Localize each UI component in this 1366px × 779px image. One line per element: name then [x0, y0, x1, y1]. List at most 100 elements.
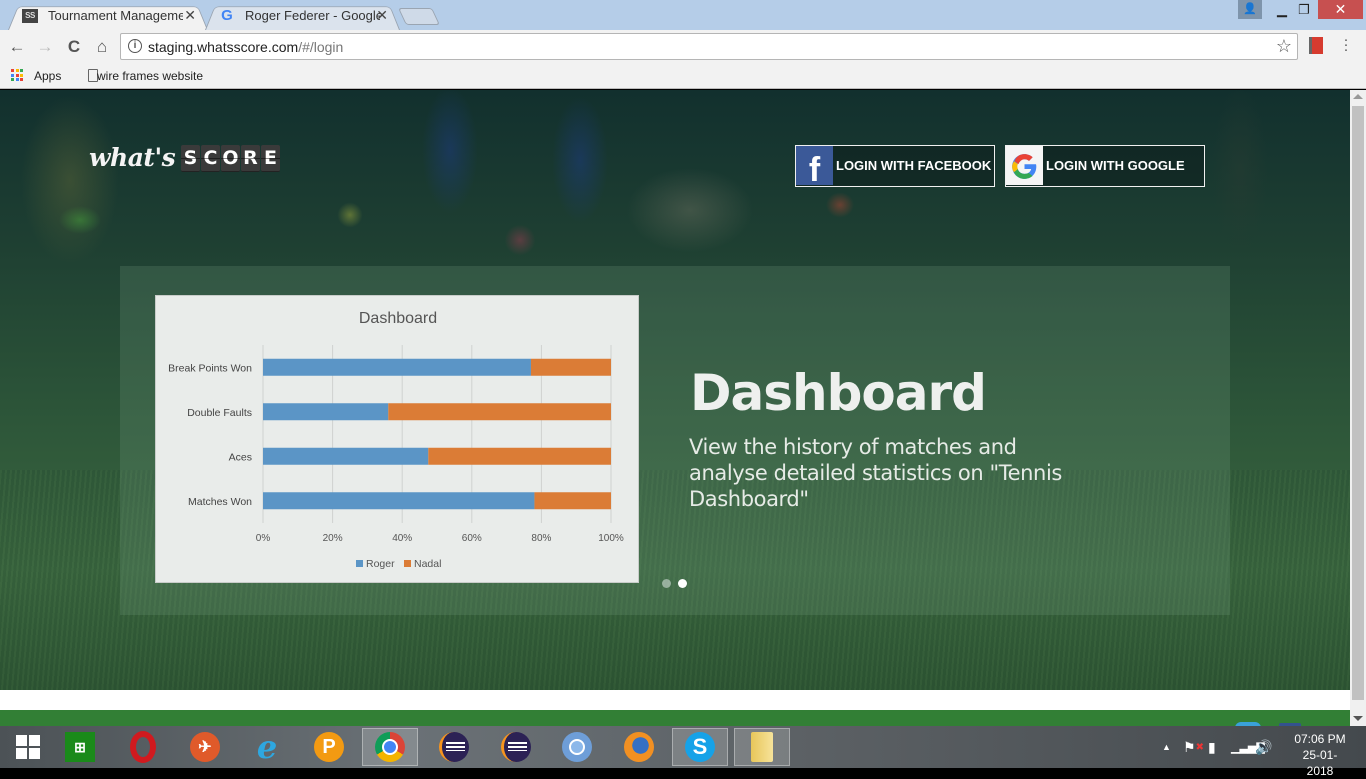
google-favicon-icon: G: [221, 7, 233, 24]
user-icon[interactable]: 👤: [1238, 0, 1262, 19]
y-category-label: Double Faults: [187, 407, 252, 419]
taskbar-chromium[interactable]: [549, 728, 605, 766]
taskbar-pdf-app[interactable]: P: [301, 728, 357, 766]
reload-button[interactable]: C: [62, 35, 86, 59]
windows-logo-icon: [16, 735, 40, 759]
start-button[interactable]: [0, 728, 56, 766]
taskbar-internet-explorer[interactable]: e: [239, 728, 295, 766]
logo-tile: E: [261, 145, 280, 172]
legend-swatch-roger: [356, 560, 363, 567]
tab-tournament-management[interactable]: SS Tournament Management ✕: [8, 3, 208, 30]
store-icon: ⊞: [65, 732, 95, 762]
taskbar-skype[interactable]: S: [672, 728, 728, 766]
bar-nadal: [534, 492, 611, 510]
folder-icon: [751, 732, 773, 762]
facebook-button-label: LOGIN WITH FACEBOOK: [836, 158, 992, 173]
bar-nadal: [428, 447, 611, 465]
eclipse-icon: [501, 732, 531, 762]
scroll-thumb[interactable]: [1352, 106, 1364, 700]
scroll-down-arrow-icon[interactable]: [1353, 716, 1363, 721]
rocket-app-icon: ✈: [190, 732, 220, 762]
taskbar-chrome[interactable]: [362, 728, 418, 766]
login-with-google-button[interactable]: LOGIN WITH GOOGLE: [1005, 145, 1205, 187]
system-clock[interactable]: 07:06 PM 25-01-2018: [1290, 731, 1350, 779]
show-hidden-icons-button[interactable]: ▲: [1162, 726, 1171, 768]
new-tab-shape: [398, 8, 440, 25]
tab-close-icon[interactable]: ✕: [184, 3, 196, 28]
extension-book-icon[interactable]: [1309, 37, 1323, 54]
windows-taskbar: ⊞ ✈ e P S ▲ ⚑ ✖ ▮ ▁▃▅▇ 🔊 07:06 PM 25-01-2…: [0, 726, 1366, 778]
clock-date: 25-01-2018: [1302, 748, 1338, 778]
logo-script-text: what's: [89, 143, 176, 172]
bar-roger: [263, 403, 389, 421]
logo-tile: C: [201, 145, 220, 172]
eclipse-icon: [439, 732, 469, 762]
carousel-slide: Dashboard 0% 20% 40% 60% 80% 100% Break Points …: [120, 266, 1230, 615]
address-bar[interactable]: i staging.whatsscore.com/#/login ☆: [120, 33, 1298, 60]
logo-tile: R: [241, 145, 260, 172]
bookmarks-bar: Apps wire frames website: [0, 64, 1366, 89]
google-icon: [1006, 146, 1043, 185]
url-host: staging.whatsscore.com: [148, 39, 299, 55]
taskbar-rocket-app[interactable]: ✈: [177, 728, 233, 766]
taskbar-eclipse-2[interactable]: [488, 728, 544, 766]
opera-icon: [130, 731, 156, 763]
pdf-app-icon: P: [314, 732, 344, 762]
logo-score-tiles: S C O R E: [181, 145, 280, 172]
x-tick-label: 40%: [392, 533, 412, 544]
info-icon[interactable]: i: [128, 39, 142, 53]
chrome-icon: [375, 732, 405, 762]
menu-dots-icon[interactable]: · · ·: [1342, 32, 1350, 57]
scroll-up-arrow-icon[interactable]: [1353, 94, 1363, 99]
back-button[interactable]: ←: [5, 35, 29, 59]
action-center-flag-icon[interactable]: ⚑ ✖: [1183, 726, 1204, 768]
site-favicon-icon: SS: [22, 9, 38, 23]
slide-title: Dashboard: [690, 364, 987, 422]
url-path: /#/login: [298, 39, 344, 55]
y-category-label: Matches Won: [188, 496, 252, 508]
bookmark-apps[interactable]: Apps: [34, 69, 61, 83]
apps-grid-icon[interactable]: [11, 69, 23, 81]
taskbar-store[interactable]: ⊞: [52, 728, 108, 766]
logo-tile: S: [181, 145, 200, 172]
url-text[interactable]: staging.whatsscore.com/#/login: [148, 39, 343, 55]
carousel-dot-2[interactable]: [678, 579, 687, 588]
login-with-facebook-button[interactable]: f LOGIN WITH FACEBOOK: [795, 145, 995, 187]
x-tick-label: 80%: [531, 533, 551, 544]
volume-icon[interactable]: 🔊: [1255, 726, 1272, 768]
x-tick-label: 20%: [323, 533, 343, 544]
tab-close-icon[interactable]: ✕: [376, 3, 388, 28]
y-category-label: Break Points Won: [168, 362, 252, 374]
chromium-icon: [562, 732, 592, 762]
google-button-label: LOGIN WITH GOOGLE: [1046, 158, 1185, 173]
dashboard-chart-card: Dashboard 0% 20% 40% 60% 80% 100% Break Points …: [155, 295, 639, 583]
x-tick-label: 0%: [256, 533, 271, 544]
page-scrollbar[interactable]: [1350, 90, 1366, 726]
forward-button[interactable]: →: [33, 35, 57, 59]
bookmark-wire-frames[interactable]: wire frames website: [97, 69, 203, 83]
clock-time: 07:06 PM: [1294, 732, 1346, 746]
restore-button[interactable]: ❐: [1290, 0, 1318, 19]
tab-google-search[interactable]: G Roger Federer - Google Search ✕: [205, 3, 400, 30]
skype-icon: S: [685, 732, 715, 762]
close-window-button[interactable]: ✕: [1318, 0, 1363, 19]
bar-nadal: [388, 403, 611, 421]
battery-icon[interactable]: ▮: [1208, 726, 1216, 768]
taskbar-opera[interactable]: [115, 728, 171, 766]
taskbar-firefox[interactable]: [611, 728, 667, 766]
x-tick-label: 60%: [462, 533, 482, 544]
bar-roger: [263, 358, 531, 376]
chart-title: Dashboard: [359, 310, 437, 327]
taskbar-eclipse[interactable]: [426, 728, 482, 766]
carousel-dot-1[interactable]: [662, 579, 671, 588]
browser-toolbar: ← → C ⌂ i staging.whatsscore.com/#/login…: [0, 30, 1366, 64]
bookmark-star-icon[interactable]: ☆: [1276, 36, 1292, 57]
taskbar-file-explorer[interactable]: [734, 728, 790, 766]
facebook-icon: f: [796, 146, 833, 185]
dashboard-chart: Dashboard 0% 20% 40% 60% 80% 100% Break Points …: [168, 310, 624, 570]
tab-title: Tournament Management: [48, 8, 183, 23]
home-button[interactable]: ⌂: [90, 35, 114, 59]
browser-titlebar: SS Tournament Management ✕ G Roger Feder…: [0, 0, 1366, 30]
new-tab-button[interactable]: [398, 8, 440, 25]
bar-nadal: [530, 358, 611, 376]
